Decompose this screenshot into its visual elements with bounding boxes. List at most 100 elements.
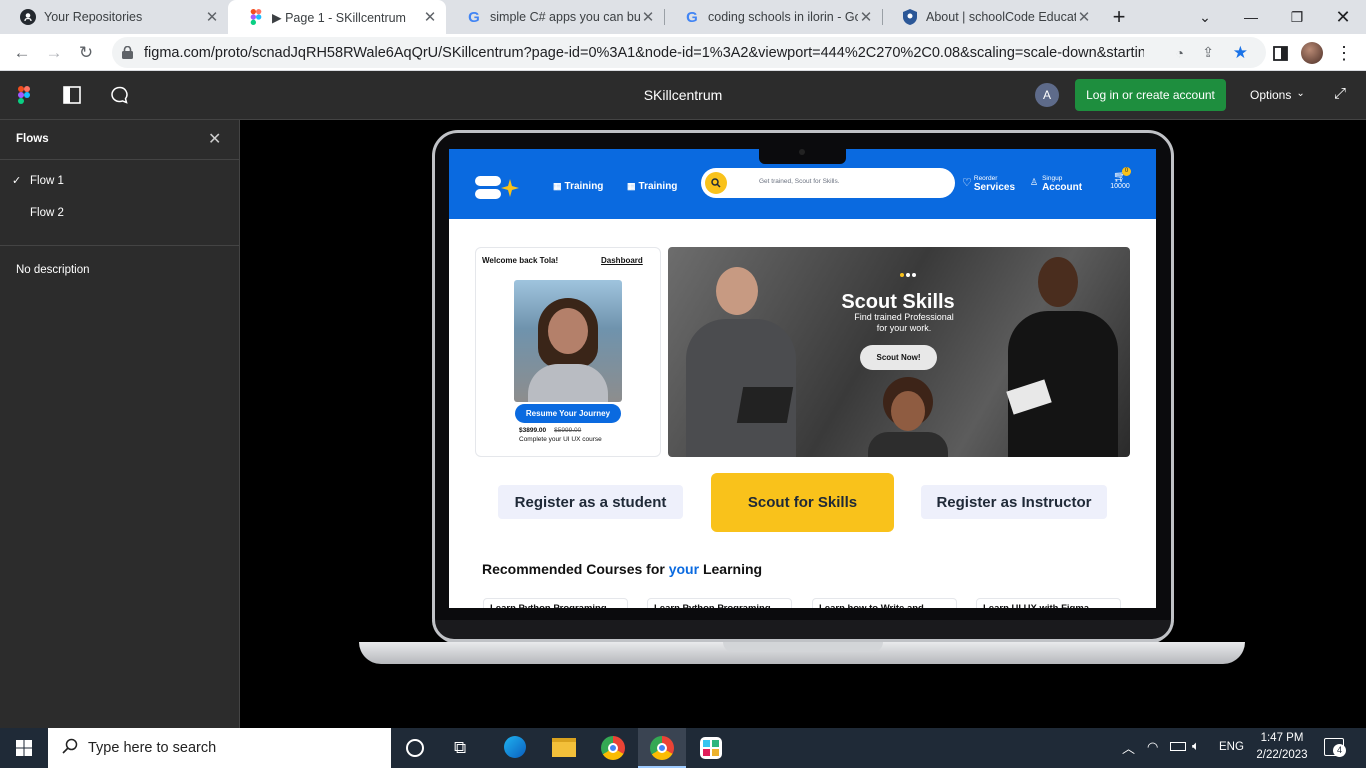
tab-simple-csharp-apps[interactable]: G simple C# apps you can build ✕ [446,0,664,34]
tab-title: Your Repositories [44,10,143,24]
scout-for-skills-button[interactable]: Scout for Skills [711,473,894,532]
google-lens-icon[interactable]: ◔ [1176,45,1184,61]
heading-part: Recommended Courses for [482,561,669,577]
close-tab-icon[interactable]: ✕ [640,8,656,26]
address-bar[interactable]: figma.com/proto/scnadJqRH58RWale6AqQrU/S… [112,37,1266,68]
edge-icon[interactable] [504,736,526,758]
restore-button[interactable]: ❐ [1274,0,1320,34]
google-icon: G [468,8,480,26]
flow-description: No description [16,264,90,276]
language-indicator[interactable]: ENG [1219,741,1244,753]
nav-label: Training [564,181,604,192]
options-label: Options [1250,88,1292,102]
file-explorer-icon[interactable] [552,738,576,757]
close-tab-icon[interactable]: ✕ [422,8,438,26]
signup-account[interactable]: ♙ Singup Account [1030,175,1082,193]
url-text: figma.com/proto/scnadJqRH58RWale6AqQrU/S… [144,44,1144,61]
course-card[interactable]: Learn UI UX with Figma [976,598,1121,608]
reorder-services[interactable]: ♡ Reorder Services [962,175,1015,193]
clock-time[interactable]: 1:47 PM [1252,732,1312,744]
fullscreen-expand-icon[interactable]: ⤢ [1334,85,1346,102]
chevron-down-icon: ⌄ [1296,88,1305,99]
volume-icon[interactable]: 🔈︎ [1192,738,1200,754]
share-icon[interactable]: ⇪ [1202,44,1214,61]
flow-item-flow-1[interactable]: ✓ Flow 1 [0,172,240,194]
taskbar-search-box[interactable]: Type here to search [48,728,391,768]
hero-subtitle-1: Find trained Professional [854,312,954,322]
tab-search-chevron-icon[interactable]: ⌄ [1182,0,1228,34]
nav-training-1[interactable]: ▦ Training [553,181,603,192]
nav-label: Training [638,181,678,192]
dashboard-link[interactable]: Dashboard [601,256,643,265]
course-card[interactable]: Learn Python Programing [647,598,792,608]
bookmark-star-icon[interactable]: ★ [1233,43,1248,63]
figma-icon [248,9,264,25]
course-card[interactable]: Learn Python Programing [483,598,628,608]
cortana-icon[interactable] [406,739,424,757]
browser-tab-strip: Your Repositories ✕ ▶ Page 1 - SKillcent… [0,0,1366,34]
cart-badge: 0 [1122,167,1131,176]
close-tab-icon[interactable]: ✕ [858,8,874,26]
tab-coding-schools[interactable]: G coding schools in ilorin - Goo ✕ [664,0,882,34]
task-view-icon[interactable]: ⧉ [454,738,466,758]
side-panel-icon[interactable] [1266,39,1294,67]
notification-center-icon[interactable]: 4 [1324,738,1346,757]
sidebar-toggle-icon[interactable] [63,86,81,109]
carousel-dots[interactable] [900,273,916,277]
close-window-button[interactable]: ✕ [1320,0,1366,34]
hero-person-center [863,377,953,457]
login-button[interactable]: Log in or create account [1075,79,1226,111]
tab-title: About | schoolCode Educatio [926,10,1076,24]
show-hidden-icons-chevron[interactable]: ︿ [1122,738,1135,757]
search-icon[interactable] [705,172,727,194]
wifi-icon[interactable]: ◠ [1147,739,1158,755]
shield-icon [902,9,918,25]
comment-icon[interactable] [110,86,129,109]
site-logo[interactable] [475,176,521,202]
register-instructor-button[interactable]: Register as Instructor [921,485,1107,519]
hero-banner: Scout Skills Find trained Professional f… [668,247,1130,457]
tab-your-repositories[interactable]: Your Repositories ✕ [0,0,228,34]
resume-journey-button[interactable]: Resume Your Journey [515,404,621,423]
figma-logo-icon[interactable] [18,86,30,109]
nav-training-2[interactable]: ▦ Training [627,181,677,192]
site-search-bar[interactable]: Get trained, Scout for Skills. [701,168,955,198]
profile-avatar[interactable] [1298,39,1326,67]
flow-item-flow-2[interactable]: Flow 2 [0,204,240,226]
new-tab-button[interactable]: + [1096,0,1142,34]
close-sidebar-icon[interactable]: ✕ [208,129,221,149]
welcome-card: Welcome back Tola! Dashboard Resume Your… [475,247,661,457]
user-avatar[interactable]: A [1035,83,1059,107]
course-note: Complete your UI UX course [519,436,602,443]
lock-icon [120,46,134,59]
minimize-button[interactable]: — [1228,0,1274,34]
tab-skillcentrum[interactable]: ▶ Page 1 - SKillcentrum ✕ [228,0,446,34]
hero-subtitle-2: for your work. [876,323,932,333]
back-arrow-icon[interactable]: ← [8,39,36,67]
battery-icon[interactable] [1170,742,1186,751]
slack-icon[interactable] [700,737,722,759]
windows-start-icon[interactable] [16,740,32,761]
chrome-menu-icon[interactable]: ⋮ [1330,39,1358,67]
close-tab-icon[interactable]: ✕ [204,8,220,26]
reorder-small-label: Reorder [973,175,998,182]
windows-taskbar: Type here to search ⧉ ︿ ◠ 🔈︎ ENG 1:47 PM… [0,728,1366,768]
course-price: $3899.00 $5999.00 [519,427,581,434]
cart[interactable]: 🛒︎ 0 10000 [1107,167,1133,190]
current-price: $3899.00 [519,427,547,434]
google-icon: G [686,8,698,26]
tab-title: coding schools in ilorin - Goo [708,10,858,24]
chrome-icon[interactable] [601,736,625,760]
clock-date[interactable]: 2/22/2023 [1248,749,1316,761]
reload-icon[interactable]: ↻ [72,39,100,67]
forward-arrow-icon[interactable]: → [40,39,68,67]
course-card[interactable]: Learn how to Write and [812,598,957,608]
options-menu[interactable]: Options ⌄ [1250,88,1305,102]
register-student-button[interactable]: Register as a student [498,485,683,519]
scout-now-button[interactable]: Scout Now! [860,345,937,370]
taskbar-search-placeholder: Type here to search [88,740,217,756]
signup-small-label: Singup [1042,175,1063,182]
tab-about-schoolcode[interactable]: About | schoolCode Educatio ✕ [882,0,1100,34]
chrome-active-icon[interactable] [638,728,686,768]
close-tab-icon[interactable]: ✕ [1076,8,1092,26]
